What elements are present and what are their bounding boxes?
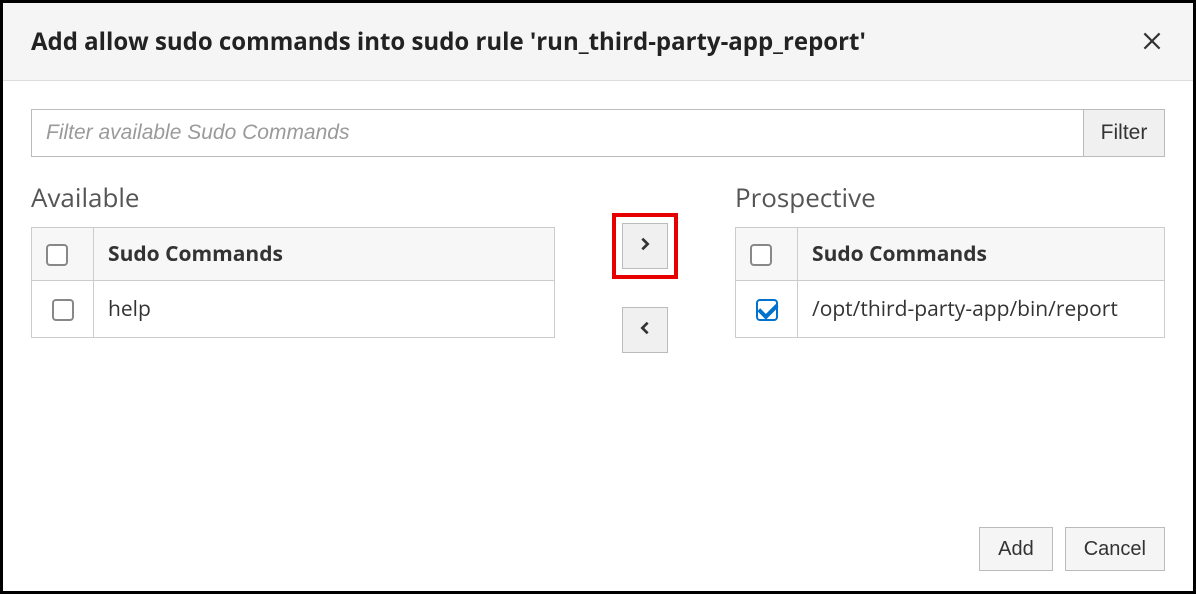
- prospective-table: Sudo Commands /opt/third-party-app/bin/r…: [735, 227, 1165, 338]
- dialog-title: Add allow sudo commands into sudo rule '…: [31, 25, 1165, 58]
- chevron-right-icon: [637, 235, 653, 257]
- available-column-header: Sudo Commands: [94, 228, 555, 281]
- available-select-all-checkbox[interactable]: [46, 244, 68, 266]
- move-left-button[interactable]: [622, 307, 668, 353]
- add-button[interactable]: Add: [979, 527, 1053, 571]
- available-table: Sudo Commands help: [31, 227, 555, 338]
- dialog-body: Filter Available Sudo Commands: [3, 81, 1193, 353]
- prospective-select-all-cell: [736, 228, 798, 281]
- dialog-header: Add allow sudo commands into sudo rule '…: [3, 3, 1193, 81]
- cancel-button[interactable]: Cancel: [1065, 527, 1165, 571]
- columns: Available Sudo Commands: [31, 179, 1165, 353]
- filter-row: Filter: [31, 109, 1165, 157]
- dialog-footer: Add Cancel: [979, 527, 1165, 571]
- prospective-column: Prospective Sudo Commands: [735, 179, 1165, 338]
- available-row-checkbox[interactable]: [52, 299, 74, 321]
- prospective-row-check-cell: [736, 281, 798, 338]
- available-row-check-cell: [32, 281, 94, 338]
- prospective-column-header: Sudo Commands: [798, 228, 1165, 281]
- move-right-highlight: [612, 213, 678, 279]
- prospective-row-checkbox[interactable]: [756, 299, 778, 321]
- available-row-command: help: [94, 281, 555, 338]
- available-select-all-cell: [32, 228, 94, 281]
- move-right-button[interactable]: [622, 223, 668, 269]
- chevron-left-icon: [637, 319, 653, 341]
- table-row: /opt/third-party-app/bin/report: [736, 281, 1165, 338]
- table-row: help: [32, 281, 555, 338]
- filter-button[interactable]: Filter: [1083, 109, 1165, 157]
- prospective-row-command: /opt/third-party-app/bin/report: [798, 281, 1165, 338]
- dialog: Add allow sudo commands into sudo rule '…: [0, 0, 1196, 594]
- prospective-heading: Prospective: [735, 179, 1165, 215]
- close-icon[interactable]: [1139, 26, 1165, 57]
- filter-input[interactable]: [31, 109, 1083, 157]
- move-buttons: [555, 179, 735, 353]
- prospective-select-all-checkbox[interactable]: [750, 244, 772, 266]
- available-heading: Available: [31, 179, 555, 215]
- available-column: Available Sudo Commands: [31, 179, 555, 338]
